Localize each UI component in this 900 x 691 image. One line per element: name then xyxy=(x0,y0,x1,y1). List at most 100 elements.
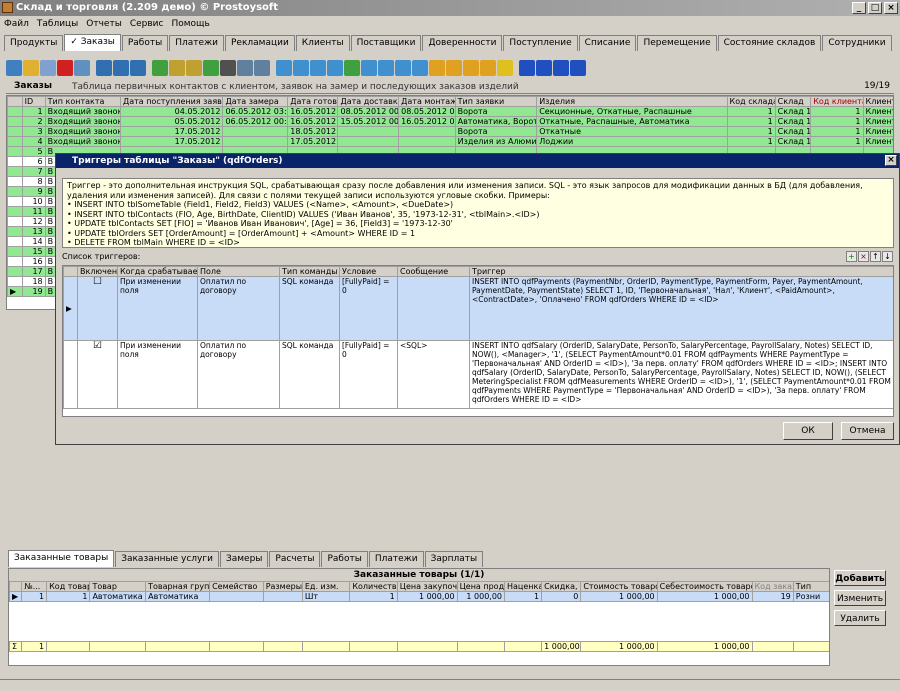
tab-claims[interactable]: Рекламации xyxy=(225,35,295,51)
report-icon[interactable] xyxy=(327,60,343,76)
cell[interactable]: Клиент xyxy=(862,116,893,127)
cell[interactable]: 0 xyxy=(541,591,582,602)
cell[interactable]: 1 xyxy=(810,106,864,117)
cell[interactable]: Склад 1 xyxy=(774,136,812,147)
cell[interactable]: Входящий звонок xyxy=(44,116,121,127)
trigger-row[interactable]: ▶ ☐ При изменении поля Оплатил по догово… xyxy=(63,276,893,341)
cell[interactable]: 1 000,00 xyxy=(396,591,458,602)
filter-icon[interactable] xyxy=(96,60,112,76)
tab-calculations[interactable]: Расчеты xyxy=(269,551,321,567)
cell[interactable]: 18 xyxy=(21,276,46,287)
trigger-icon[interactable] xyxy=(497,60,513,76)
col-header[interactable]: Изделия xyxy=(536,96,728,107)
col-header[interactable]: Тип заявки xyxy=(454,96,538,107)
cell[interactable]: 08.05.2012 00:00 xyxy=(337,106,400,117)
col-header[interactable]: Количество xyxy=(349,581,398,592)
col-header[interactable]: Стоимость товаров xyxy=(580,581,658,592)
cell[interactable]: 14 xyxy=(21,236,46,247)
cell[interactable]: 1 xyxy=(726,126,776,137)
cell[interactable]: Ворота xyxy=(454,126,538,137)
menu-help[interactable]: Помощь xyxy=(171,19,209,29)
refresh-icon[interactable] xyxy=(74,60,90,76)
prev-record-icon[interactable] xyxy=(536,60,552,76)
tab-ordered-goods[interactable]: Заказанные товары xyxy=(8,550,115,567)
columns-icon[interactable] xyxy=(429,60,445,76)
cell[interactable]: 17.05.2012 xyxy=(119,126,224,137)
order-row[interactable]: 1 Входящий звонок 04.05.2012 06.05.2012 03:… xyxy=(7,106,893,117)
menu-tables[interactable]: Таблицы xyxy=(37,19,78,29)
sort-asc-icon[interactable] xyxy=(169,60,185,76)
copy-icon[interactable] xyxy=(40,60,56,76)
tab-transfer[interactable]: Перемещение xyxy=(637,35,717,51)
trigger-message[interactable] xyxy=(397,276,470,341)
cell[interactable]: 19 xyxy=(21,286,46,297)
menu-service[interactable]: Сервис xyxy=(130,19,164,29)
cell[interactable]: 1 xyxy=(810,136,864,147)
order-row[interactable]: 3 Входящий звонок 17.05.2012 18.05.2012 Воро… xyxy=(7,126,893,137)
cell[interactable]: Клиент xyxy=(862,136,893,147)
cell[interactable]: 12 xyxy=(21,216,46,227)
excel-icon[interactable] xyxy=(344,60,360,76)
col-header[interactable]: Тип xyxy=(792,581,829,592)
col-header[interactable]: Условие xyxy=(339,266,398,277)
move-up-icon[interactable]: ↑ xyxy=(870,251,881,262)
ordered-goods-grid[interactable]: Заказанные товары (1/1) №... Код товара … xyxy=(8,568,830,666)
cell[interactable]: 16.05.2012 xyxy=(287,106,339,117)
cell[interactable]: 10 xyxy=(21,196,46,207)
menu-file[interactable]: Файл xyxy=(4,19,29,29)
col-header[interactable]: Включен xyxy=(77,266,118,277)
dialog-close-button[interactable]: × xyxy=(885,155,897,166)
tab-products[interactable]: Продукты xyxy=(4,35,64,51)
cell[interactable]: 17 xyxy=(21,266,46,277)
col-header[interactable]: №... xyxy=(21,581,48,592)
tab-works[interactable]: Работы xyxy=(121,35,169,51)
trigger-grid[interactable]: Включен Когда срабатывает Поле Тип коман… xyxy=(62,265,894,417)
edit-button[interactable]: Изменить xyxy=(834,590,886,606)
chart-icon[interactable] xyxy=(310,60,326,76)
tab-payments[interactable]: Платежи xyxy=(169,35,224,51)
grid-settings-icon[interactable] xyxy=(480,60,496,76)
minimize-button[interactable]: _ xyxy=(852,2,866,14)
cell[interactable]: Лоджии xyxy=(536,136,728,147)
cell[interactable]: 1 xyxy=(46,591,91,602)
cell[interactable] xyxy=(222,126,289,137)
cell[interactable]: 05.05.2012 xyxy=(119,116,224,127)
add-button[interactable]: Добавить xyxy=(834,570,886,586)
cell[interactable] xyxy=(398,126,456,137)
cell[interactable] xyxy=(337,126,400,137)
trigger-type[interactable]: SQL команда xyxy=(279,276,340,341)
cell[interactable]: 1 xyxy=(21,106,46,117)
cell[interactable]: 1 xyxy=(503,591,543,602)
trigger-field[interactable]: Оплатил по договору xyxy=(197,276,280,341)
cancel-button[interactable]: Отмена xyxy=(841,422,894,440)
tab-payments[interactable]: Платежи xyxy=(368,551,424,567)
col-header[interactable]: Код склада xyxy=(726,96,776,107)
cell[interactable]: Откатные, Распашные, Автоматика xyxy=(536,116,728,127)
cell[interactable]: 17.05.2012 xyxy=(119,136,224,147)
import-icon[interactable] xyxy=(293,60,309,76)
cell[interactable]: 1 xyxy=(21,591,48,602)
cell[interactable]: 16.05.2012 xyxy=(287,116,339,127)
html-icon[interactable] xyxy=(378,60,394,76)
mail-icon[interactable] xyxy=(395,60,411,76)
col-header[interactable]: Себестоимость товаров xyxy=(656,581,753,592)
cell[interactable] xyxy=(398,136,456,147)
word-icon[interactable] xyxy=(361,60,377,76)
col-header[interactable]: Наценка xyxy=(503,581,543,592)
edit-icon[interactable] xyxy=(23,60,39,76)
order-row[interactable]: 4 Входящий звонок 17.05.2012 17.05.2012 Изде… xyxy=(7,136,893,147)
cell[interactable]: Автоматика, Ворота xyxy=(454,116,538,127)
col-header[interactable]: Триггер xyxy=(469,266,893,277)
cell[interactable]: 1 000,00 xyxy=(456,591,506,602)
tab-orders[interactable]: ✓ Заказы xyxy=(64,34,121,51)
trigger-field[interactable]: Оплатил по договору xyxy=(197,340,280,409)
cell[interactable] xyxy=(337,136,400,147)
cell[interactable]: 06.05.2012 03:39 xyxy=(222,106,289,117)
cell[interactable]: Клиент xyxy=(862,126,893,137)
col-header[interactable]: Цена продажи xyxy=(456,581,506,592)
enabled-checkbox[interactable]: ☑ xyxy=(77,340,118,409)
cell[interactable]: 19 xyxy=(751,591,794,602)
enabled-checkbox[interactable]: ☐ xyxy=(77,276,118,341)
cell[interactable]: 04.05.2012 xyxy=(119,106,224,117)
col-header[interactable]: Товарная группа xyxy=(145,581,211,592)
